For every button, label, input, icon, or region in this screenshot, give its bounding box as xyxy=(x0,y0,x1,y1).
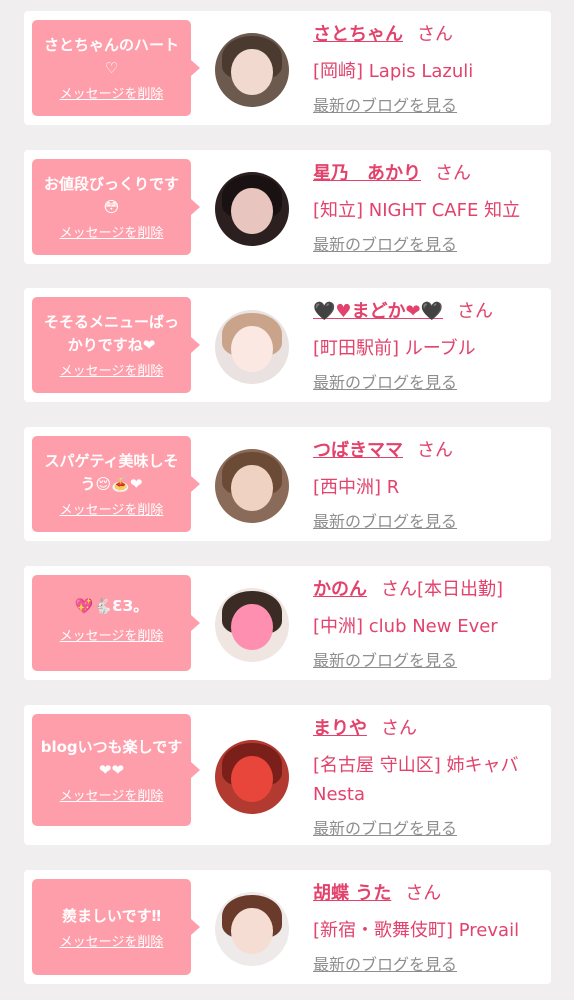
message-bubble: そそるメニューばっかりですね❤ メッセージを削除 xyxy=(32,297,200,393)
latest-blog-link[interactable]: 最新のブログを見る xyxy=(313,955,457,975)
honorific: さん xyxy=(417,24,453,45)
message-bubble: さとちゃんのハート♡ メッセージを削除 xyxy=(32,20,200,116)
avatar[interactable] xyxy=(215,588,289,662)
message-card: お値段びっくりです😳 メッセージを削除 星乃 あかり さん [知立] NIGHT … xyxy=(24,150,551,264)
honorific: さん xyxy=(457,301,494,322)
delete-message-link[interactable]: メッセージを削除 xyxy=(40,934,183,952)
avatar[interactable] xyxy=(215,33,289,107)
user-name-line: かのん さん[本日出勤] xyxy=(313,576,545,604)
delete-message-link[interactable]: メッセージを削除 xyxy=(40,788,183,806)
avatar[interactable] xyxy=(215,892,289,966)
status-note: [本日出勤] xyxy=(417,579,504,600)
user-name-line: 星乃 あかり さん xyxy=(313,160,545,188)
latest-blog-link[interactable]: 最新のブログを見る xyxy=(313,235,457,255)
message-bubble: 💖🐇ƐЗ。 メッセージを削除 xyxy=(32,575,200,671)
user-name-link[interactable]: さとちゃん xyxy=(313,24,403,45)
message-card: そそるメニューばっかりですね❤ メッセージを削除 🖤♥まどか❤🖤 さん [町田駅前… xyxy=(24,288,551,402)
message-text: blogいつも楽しです❤❤ xyxy=(40,738,183,779)
latest-blog-link[interactable]: 最新のブログを見る xyxy=(313,819,457,839)
message-bubble: お値段びっくりです😳 メッセージを削除 xyxy=(32,159,200,255)
latest-blog-link[interactable]: 最新のブログを見る xyxy=(313,373,457,393)
message-text: 💖🐇ƐЗ。 xyxy=(74,597,149,615)
shop-info: [名古屋 守山区] 姉キャバ Nesta xyxy=(313,755,519,805)
message-text: スパゲティ美味しそう😌🍝❤ xyxy=(44,452,179,493)
delete-message-link[interactable]: メッセージを削除 xyxy=(40,363,183,381)
message-card: さとちゃんのハート♡ メッセージを削除 さとちゃん さん [岡崎] Lapis L… xyxy=(24,11,551,125)
honorific: さん xyxy=(435,163,471,184)
user-name-line: 胡蝶 うた さん xyxy=(313,880,545,908)
avatar[interactable] xyxy=(215,449,289,523)
shop-info: [西中洲] R xyxy=(313,477,400,498)
avatar[interactable] xyxy=(215,172,289,246)
user-name-line: つばきママ さん xyxy=(313,437,545,465)
shop-info: [岡崎] Lapis Lazuli xyxy=(313,61,474,82)
message-text: 羨ましいです‼ xyxy=(62,907,161,925)
message-text: そそるメニューばっかりですね❤ xyxy=(43,313,179,354)
user-name-link[interactable]: かのん xyxy=(313,579,367,600)
honorific: さん xyxy=(381,718,417,739)
user-name-link[interactable]: 🖤♥まどか❤🖤 xyxy=(313,301,443,322)
user-name-link[interactable]: まりや xyxy=(313,718,367,739)
message-card: 💖🐇ƐЗ。 メッセージを削除 かのん さん[本日出勤] [中洲] club New… xyxy=(24,566,551,680)
message-card: スパゲティ美味しそう😌🍝❤ メッセージを削除 つばきママ さん [西中洲] R 最… xyxy=(24,427,551,541)
latest-blog-link[interactable]: 最新のブログを見る xyxy=(313,651,457,671)
message-text: さとちゃんのハート♡ xyxy=(43,36,179,77)
avatar[interactable] xyxy=(215,740,289,814)
message-card: blogいつも楽しです❤❤ メッセージを削除 まりや さん [名古屋 守山区] 姉… xyxy=(24,705,551,845)
delete-message-link[interactable]: メッセージを削除 xyxy=(40,502,183,520)
message-text: お値段びっくりです😳 xyxy=(43,175,179,216)
honorific: さん xyxy=(381,579,417,600)
avatar[interactable] xyxy=(215,310,289,384)
shop-info: [中洲] club New Ever xyxy=(313,616,498,637)
delete-message-link[interactable]: メッセージを削除 xyxy=(40,225,183,243)
delete-message-link[interactable]: メッセージを削除 xyxy=(40,628,183,646)
user-name-line: まりや さん xyxy=(313,715,545,743)
user-name-link[interactable]: 胡蝶 うた xyxy=(313,883,391,904)
honorific: さん xyxy=(405,883,442,904)
message-bubble: blogいつも楽しです❤❤ メッセージを削除 xyxy=(32,714,200,826)
shop-info: [新宿・歌舞伎町] Prevail xyxy=(313,920,520,941)
message-bubble: スパゲティ美味しそう😌🍝❤ メッセージを削除 xyxy=(32,436,200,532)
latest-blog-link[interactable]: 最新のブログを見る xyxy=(313,512,457,532)
shop-info: [町田駅前] ルーブル xyxy=(313,338,476,359)
user-name-line: 🖤♥まどか❤🖤 さん xyxy=(313,298,545,326)
shop-info: [知立] NIGHT CAFE 知立 xyxy=(313,200,521,221)
user-name-link[interactable]: つばきママ xyxy=(313,440,403,461)
honorific: さん xyxy=(417,440,453,461)
latest-blog-link[interactable]: 最新のブログを見る xyxy=(313,96,457,116)
delete-message-link[interactable]: メッセージを削除 xyxy=(40,86,183,104)
user-name-line: さとちゃん さん xyxy=(313,21,545,49)
message-bubble: 羨ましいです‼ メッセージを削除 xyxy=(32,879,200,975)
message-card: 羨ましいです‼ メッセージを削除 胡蝶 うた さん [新宿・歌舞伎町] Preva… xyxy=(24,870,551,984)
user-name-link[interactable]: 星乃 あかり xyxy=(313,163,421,184)
